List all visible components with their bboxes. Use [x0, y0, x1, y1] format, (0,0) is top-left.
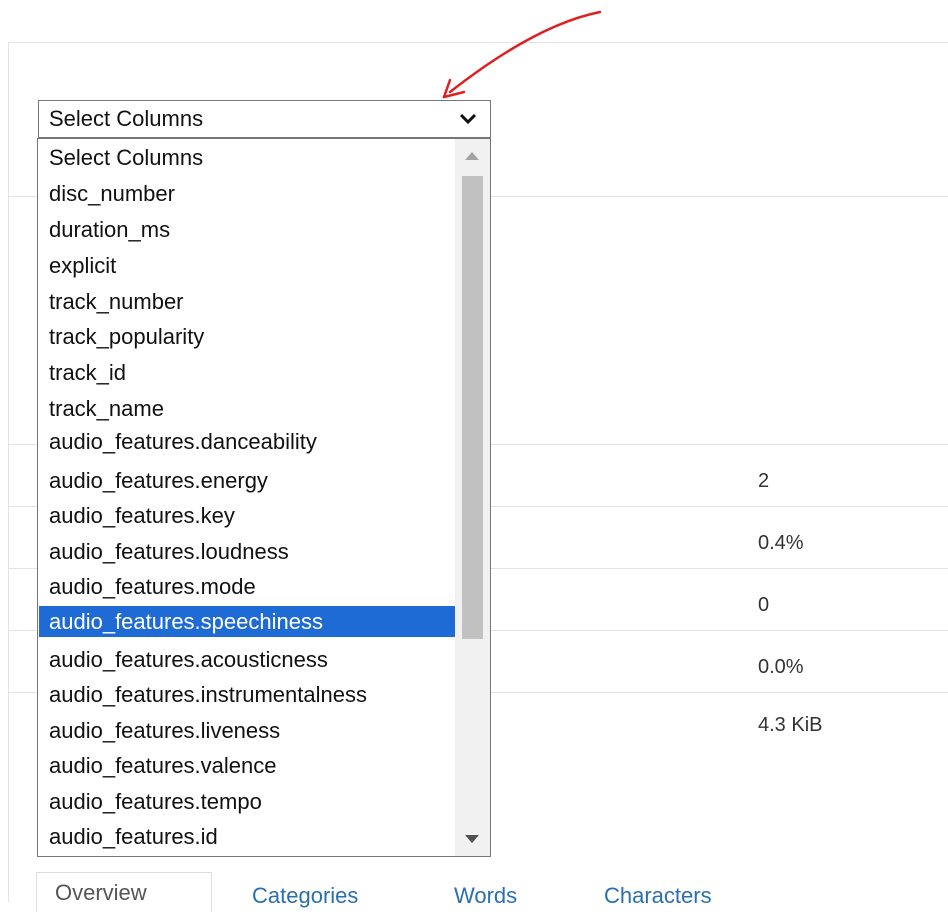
- select-option[interactable]: explicit: [39, 250, 456, 281]
- triangle-up-icon[interactable]: [465, 152, 479, 160]
- triangle-down-icon[interactable]: [465, 835, 479, 843]
- stats-value: 0: [758, 594, 770, 616]
- tab-overview[interactable]: Overview: [36, 872, 212, 912]
- select-option[interactable]: audio_features.danceability: [39, 426, 456, 457]
- stats-value: 4.3 KiB: [758, 714, 823, 736]
- scrollbar-thumb[interactable]: [462, 176, 483, 639]
- select-option[interactable]: track_name: [39, 393, 456, 424]
- select-option[interactable]: audio_features.instrumentalness: [39, 679, 456, 710]
- select-option[interactable]: audio_features.energy: [39, 465, 456, 496]
- select-option[interactable]: Select Columns: [39, 142, 456, 173]
- stats-value: 2: [758, 470, 770, 492]
- select-option[interactable]: audio_features.mode: [39, 571, 456, 602]
- select-option[interactable]: audio_features.loudness: [39, 536, 456, 567]
- select-option[interactable]: disc_number: [39, 178, 456, 209]
- select-option[interactable]: audio_features.liveness: [39, 715, 456, 746]
- select-option-highlighted[interactable]: audio_features.speechiness: [39, 606, 456, 637]
- dropdown-scrollbar[interactable]: [455, 139, 490, 856]
- select-value: Select Columns: [49, 106, 204, 131]
- select-option[interactable]: audio_features.key: [39, 500, 456, 531]
- tab-categories[interactable]: Categories: [234, 876, 376, 916]
- stats-value: 0.4%: [758, 532, 804, 554]
- chevron-down-icon: [459, 113, 477, 125]
- select-option[interactable]: audio_features.acousticness: [39, 644, 456, 675]
- select-option[interactable]: track_number: [39, 286, 456, 317]
- select-option[interactable]: track_popularity: [39, 321, 456, 352]
- tab-bar: Overview Categories Words Characters: [36, 872, 948, 912]
- select-option[interactable]: duration_ms: [39, 214, 456, 245]
- select-option[interactable]: track_id: [39, 357, 456, 388]
- select-option[interactable]: audio_features.valence: [39, 750, 456, 781]
- stats-value: 0.0%: [758, 656, 804, 678]
- red-arrow-annotation: [442, 10, 602, 99]
- tab-words[interactable]: Words: [436, 876, 535, 916]
- tab-characters[interactable]: Characters: [586, 876, 730, 916]
- select-option[interactable]: audio_features.tempo: [39, 786, 456, 817]
- select-dropdown-list[interactable]: Select Columns disc_number duration_ms e…: [37, 138, 491, 857]
- select-option[interactable]: audio_features.id: [39, 821, 456, 852]
